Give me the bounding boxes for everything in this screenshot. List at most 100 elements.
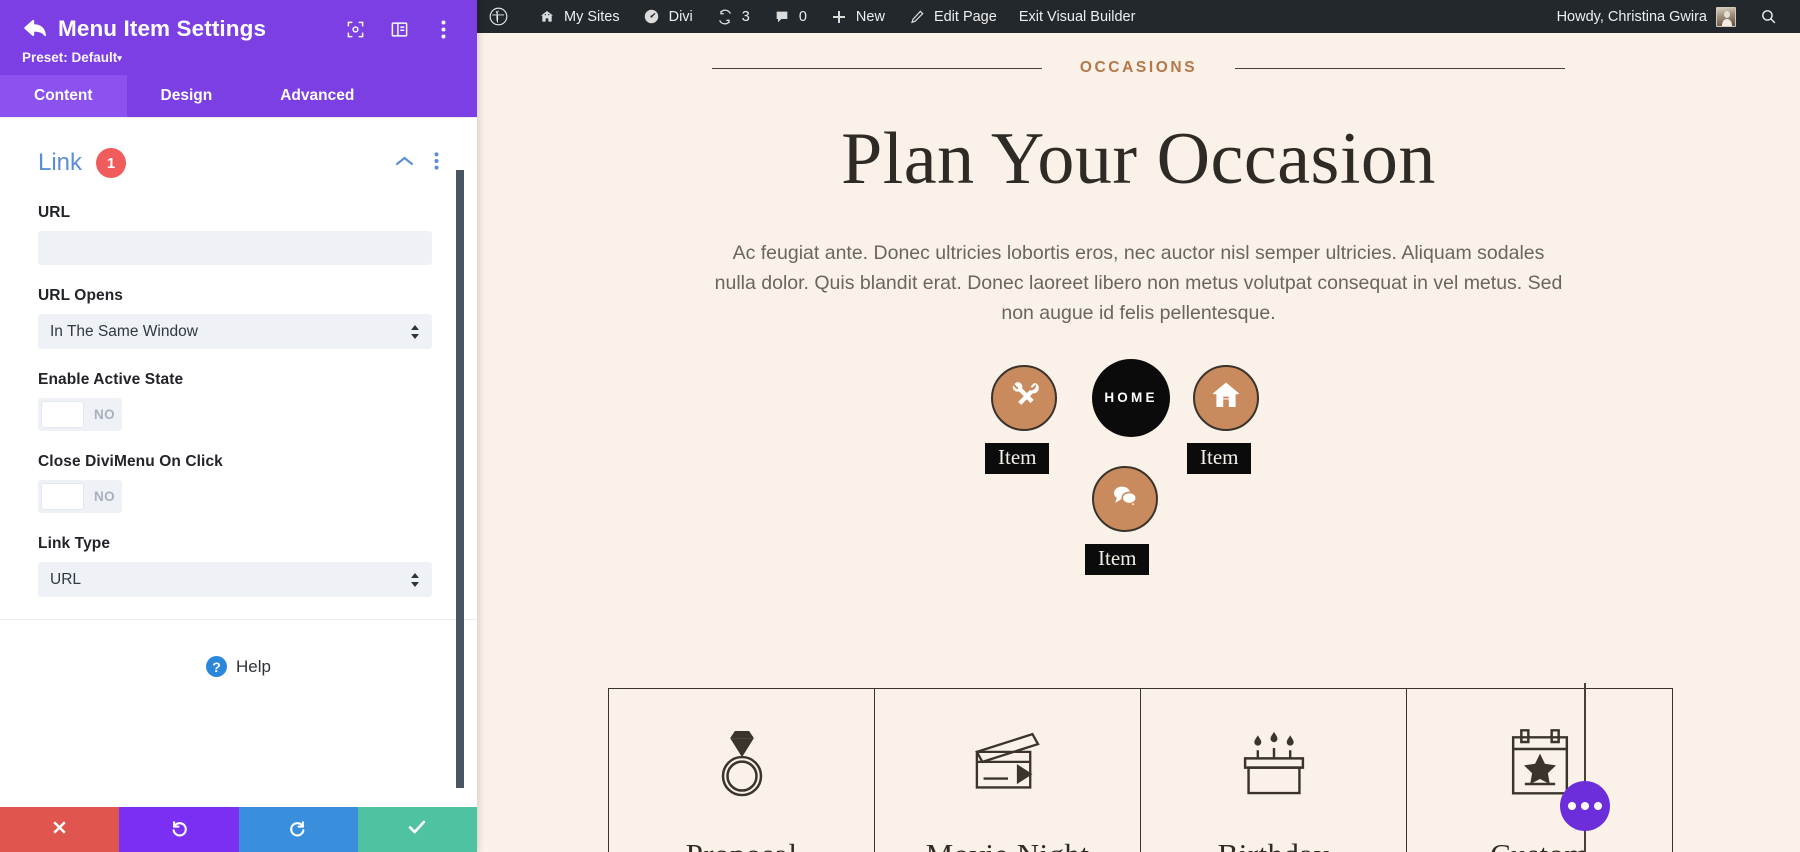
help-link[interactable]: ? Help <box>38 620 439 677</box>
adminbar-howdy[interactable]: Howdy, Christina Gwira <box>1547 0 1746 33</box>
search-icon <box>1758 7 1778 27</box>
section-eyebrow-row: OCCASIONS <box>477 59 1800 77</box>
undo-arrow-icon <box>168 817 189 843</box>
ellipsis-icon <box>1568 802 1576 810</box>
field-label-link-type: Link Type <box>38 535 439 553</box>
field-label-close-divimenu: Close DiviMenu On Click <box>38 453 439 471</box>
adminbar-label: Divi <box>669 9 693 25</box>
eyebrow-rule-right <box>1235 68 1565 69</box>
adminbar-label: My Sites <box>564 9 620 25</box>
layout-panel-icon[interactable] <box>389 19 409 39</box>
adminbar-comments[interactable]: 0 <box>761 0 818 33</box>
occasion-cards-row: Proposal Movie Night <box>608 688 1673 852</box>
close-divimenu-toggle[interactable]: NO <box>38 480 122 513</box>
adminbar-label: 3 <box>742 9 750 25</box>
field-label-url-opens: URL Opens <box>38 287 439 305</box>
toggle-value: NO <box>94 489 115 504</box>
preset-selector[interactable]: Preset: Default▾ <box>22 50 459 65</box>
divimenu-module[interactable]: Item HOME Item <box>477 351 1800 601</box>
adminbar-exit-visual-builder[interactable]: Exit Visual Builder <box>1008 0 1147 33</box>
adminbar-updates[interactable]: 3 <box>704 0 761 33</box>
divimenu-item-chat[interactable] <box>1092 466 1158 532</box>
select-arrows-icon <box>410 572 420 588</box>
toggle-knob <box>41 401 84 428</box>
eyebrow-label: OCCASIONS <box>1042 59 1235 77</box>
divimenu-item-house[interactable] <box>1193 365 1259 431</box>
url-opens-select[interactable]: In The Same Window <box>38 314 432 349</box>
undo-button[interactable] <box>119 807 238 852</box>
chat-bubbles-icon <box>1110 481 1140 516</box>
field-url: URL <box>38 204 439 265</box>
calendar-star-icon <box>1505 723 1575 801</box>
chevron-up-icon[interactable] <box>395 154 414 172</box>
ellipsis-icon <box>1594 802 1602 810</box>
adminbar-label: Edit Page <box>934 9 997 25</box>
vertical-kebab-icon[interactable] <box>434 152 439 175</box>
enable-active-state-toggle[interactable]: NO <box>38 398 122 431</box>
divimenu-item-label: Item <box>1085 544 1149 575</box>
tab-content[interactable]: Content <box>0 75 127 117</box>
occasion-card-birthday[interactable]: Birthday <box>1141 689 1407 852</box>
redo-button[interactable] <box>239 807 358 852</box>
divi-speedometer-icon <box>642 7 662 27</box>
module-settings-panel: Menu Item Settings <box>0 0 477 852</box>
toggle-value: NO <box>94 407 115 422</box>
adminbar-label: 0 <box>799 9 807 25</box>
checkmark-icon <box>406 816 428 843</box>
field-url-opens: URL Opens In The Same Window <box>38 287 439 349</box>
preset-label: Preset: Default <box>22 50 117 65</box>
adminbar-label: New <box>856 9 885 25</box>
avatar <box>1716 7 1736 27</box>
tab-advanced[interactable]: Advanced <box>246 75 388 117</box>
redo-arrow-icon <box>288 817 309 843</box>
comments-icon <box>772 7 792 27</box>
occasion-card-label: Custom <box>1490 837 1589 852</box>
birthday-cake-icon <box>1237 723 1311 801</box>
panel-scrollbar[interactable] <box>456 170 464 788</box>
status-badge: 1 <box>96 148 126 178</box>
occasion-card-custom[interactable]: Custom <box>1407 689 1672 852</box>
link-type-select[interactable]: URL <box>38 562 432 597</box>
section-title: Link <box>38 149 82 177</box>
adminbar-search-button[interactable] <box>1746 0 1790 33</box>
adminbar-edit-page[interactable]: Edit Page <box>896 0 1008 33</box>
wordpress-logo-icon <box>488 7 508 27</box>
url-opens-value: In The Same Window <box>50 323 198 341</box>
url-input[interactable] <box>38 231 432 265</box>
tab-design[interactable]: Design <box>127 75 247 117</box>
panel-body: Link 1 URL URL Op <box>0 117 477 807</box>
back-arrow-icon[interactable] <box>22 16 48 42</box>
ring-icon <box>706 723 778 801</box>
adminbar-divi[interactable]: Divi <box>631 0 704 33</box>
module-settings-handle[interactable] <box>1560 781 1610 831</box>
page-canvas: OCCASIONS Plan Your Occasion Ac feugiat … <box>477 33 1800 852</box>
link-section-header[interactable]: Link 1 <box>38 148 439 178</box>
howdy-label: Howdy, Christina Gwira <box>1557 9 1707 25</box>
adminbar-label: Exit Visual Builder <box>1019 9 1136 25</box>
ellipsis-icon <box>1581 802 1589 810</box>
occasion-card-label: Proposal <box>686 837 798 852</box>
pencil-icon <box>907 7 927 27</box>
tools-icon <box>1009 380 1040 416</box>
select-arrows-icon <box>410 324 420 340</box>
divimenu-item-label: Item <box>1187 443 1251 474</box>
adminbar-my-sites[interactable]: My Sites <box>526 0 631 33</box>
save-button[interactable] <box>358 807 477 852</box>
page-title: Plan Your Occasion <box>477 117 1800 202</box>
divimenu-item-tools[interactable] <box>991 365 1057 431</box>
page-paragraph: Ac feugiat ante. Donec ultricies loborti… <box>714 238 1564 329</box>
cancel-button[interactable] <box>0 807 119 852</box>
adminbar-new[interactable]: New <box>818 0 896 33</box>
house-icon <box>1210 379 1242 416</box>
link-type-value: URL <box>50 571 81 589</box>
occasion-card-proposal[interactable]: Proposal <box>609 689 875 852</box>
panel-header: Menu Item Settings <box>0 0 477 75</box>
focus-frame-icon[interactable] <box>345 19 365 39</box>
occasion-card-label: Movie Night <box>926 837 1090 852</box>
occasion-card-movie-night[interactable]: Movie Night <box>875 689 1141 852</box>
vertical-kebab-icon[interactable] <box>433 19 453 39</box>
divimenu-main-button[interactable]: HOME <box>1092 359 1170 437</box>
help-label: Help <box>236 657 271 677</box>
updates-icon <box>715 7 735 27</box>
adminbar-wordpress-logo[interactable] <box>477 0 526 33</box>
